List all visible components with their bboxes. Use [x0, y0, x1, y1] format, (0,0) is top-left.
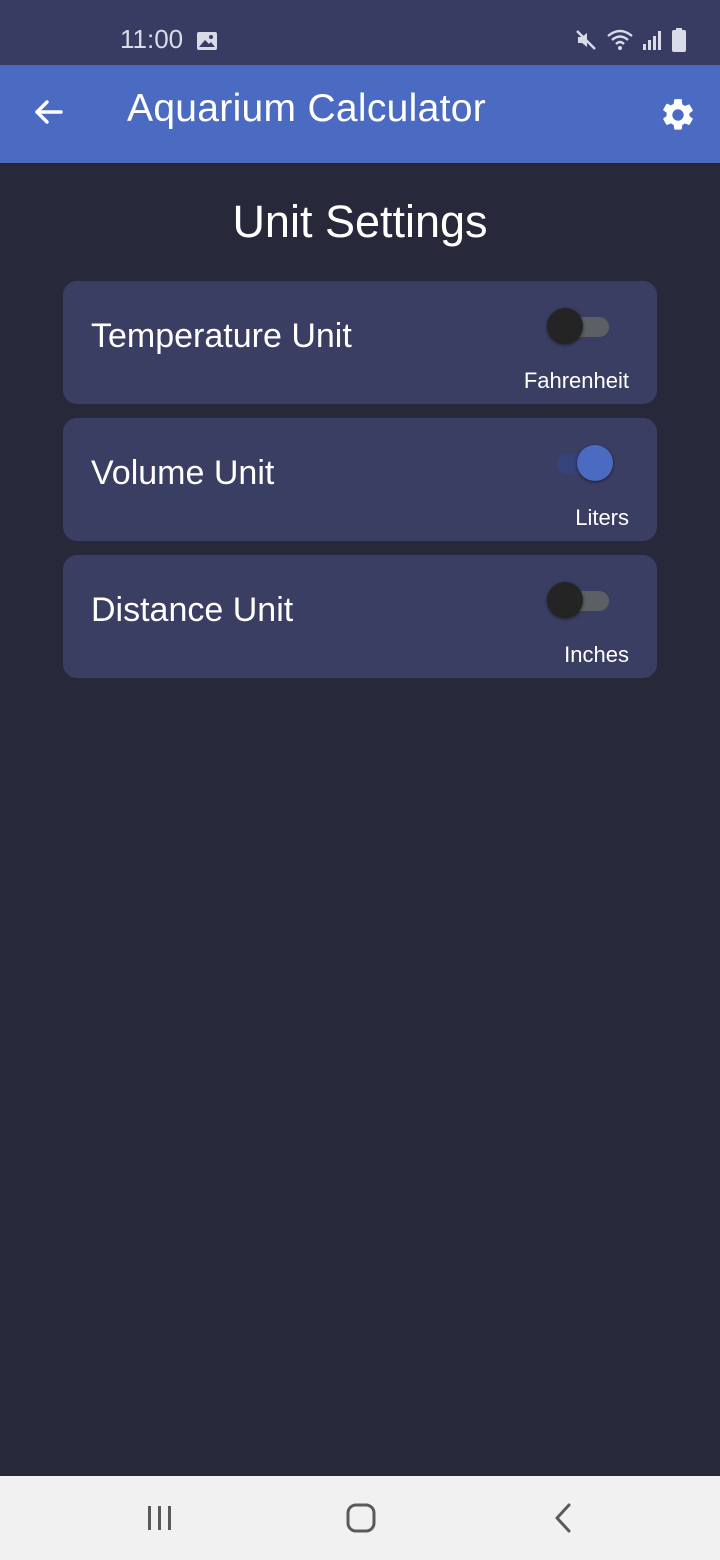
temperature-unit-card[interactable]: Temperature Unit Fahrenheit	[63, 281, 657, 404]
mute-icon	[576, 30, 596, 50]
chevron-left-icon	[555, 1503, 571, 1533]
volume-unit-toggle[interactable]	[553, 444, 613, 481]
signal-icon	[643, 31, 661, 50]
volume-unit-value: Liters	[575, 505, 629, 530]
volume-unit-card[interactable]: Volume Unit Liters	[63, 418, 657, 541]
distance-unit-card[interactable]: Distance Unit Inches	[63, 555, 657, 678]
status-time: 11:00	[120, 24, 184, 54]
app-title: Aquarium Calculator	[127, 87, 487, 130]
recents-icon	[148, 1506, 171, 1530]
battery-icon	[672, 28, 686, 52]
toggle-thumb	[547, 582, 583, 618]
app-bar: Aquarium Calculator	[0, 65, 720, 163]
nav-back-button[interactable]	[538, 1498, 588, 1538]
distance-unit-label: Distance Unit	[91, 591, 294, 629]
gallery-icon	[197, 32, 217, 50]
gear-icon	[663, 99, 693, 130]
status-bar: 11:00	[0, 0, 720, 65]
recents-button[interactable]	[135, 1498, 185, 1538]
temperature-unit-value: Fahrenheit	[523, 368, 629, 393]
system-nav-bar	[0, 1476, 720, 1560]
back-button[interactable]	[28, 92, 68, 132]
temperature-unit-label: Temperature Unit	[91, 317, 352, 355]
distance-unit-toggle[interactable]	[547, 581, 611, 618]
temperature-unit-toggle[interactable]	[547, 307, 611, 344]
distance-unit-value: Inches	[564, 642, 629, 667]
toggle-thumb	[577, 445, 613, 481]
settings-button[interactable]	[656, 93, 700, 137]
home-button[interactable]	[336, 1498, 386, 1538]
status-icons	[574, 27, 686, 53]
home-icon	[346, 1503, 376, 1533]
volume-unit-label: Volume Unit	[91, 454, 275, 492]
arrow-left-icon	[35, 100, 63, 124]
wifi-icon	[607, 29, 633, 50]
toggle-thumb	[547, 308, 583, 344]
page-title: Unit Settings	[232, 196, 488, 247]
